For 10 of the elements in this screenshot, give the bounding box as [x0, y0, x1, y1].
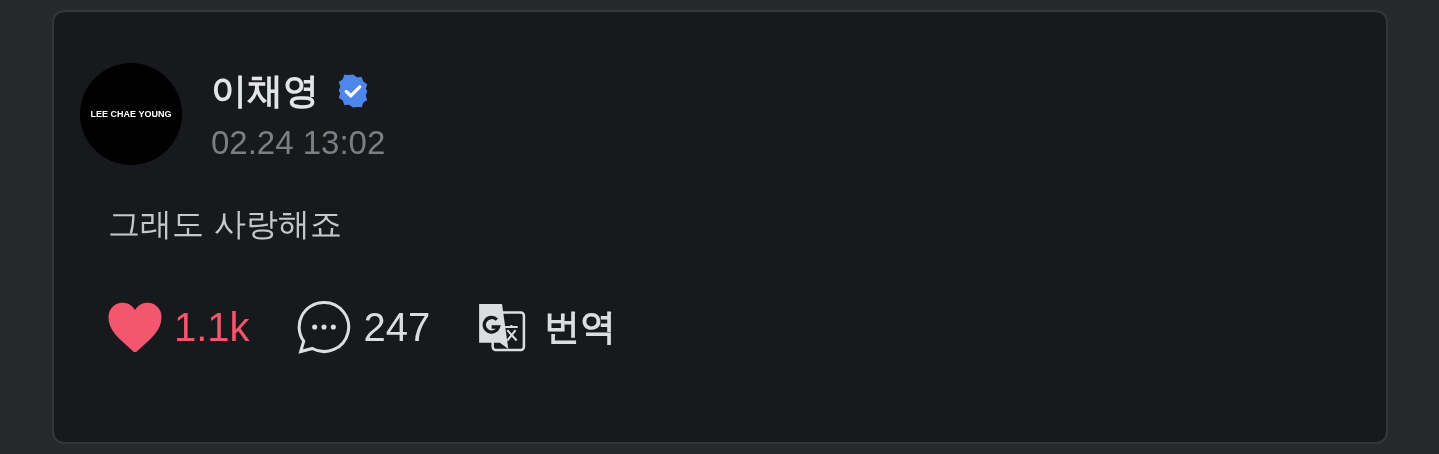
translate-icon	[476, 302, 527, 352]
like-button[interactable]: 1.1k	[108, 302, 250, 352]
post-text: 그래도 사랑해죠	[108, 204, 344, 245]
translate-button[interactable]: 번역	[476, 302, 617, 352]
post-time: 02.24 13:02	[211, 123, 386, 162]
avatar[interactable]: LEE CHAE YOUNG	[80, 63, 182, 165]
author-name: 이채영	[211, 68, 319, 113]
comment-button[interactable]: 247	[295, 299, 431, 355]
speech-bubble-icon	[295, 299, 352, 355]
heart-icon	[108, 302, 162, 352]
